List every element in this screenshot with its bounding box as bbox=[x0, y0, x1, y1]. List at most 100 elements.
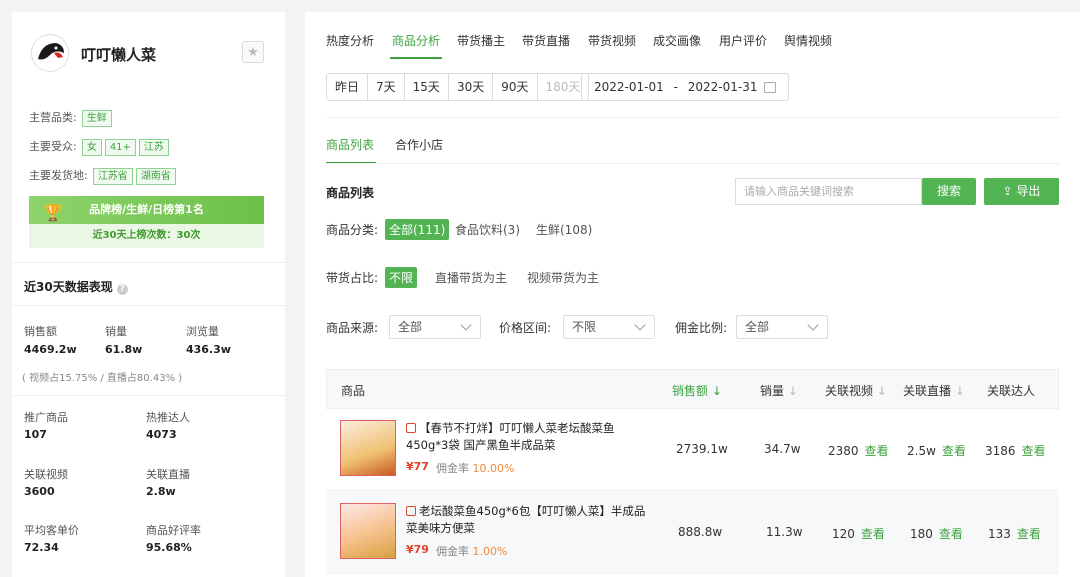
category-option-all[interactable]: 全部(111) bbox=[385, 219, 450, 240]
price-select[interactable]: 不限 bbox=[563, 315, 655, 339]
table-row[interactable]: 【春节不打烊】叮叮懒人菜老坛酸菜鱼450g*3袋 国产黑鱼半成品菜 ¥77 佣金… bbox=[326, 409, 1059, 491]
ship-from-row: 主要发货地: 江苏省 湖南省 bbox=[29, 164, 179, 185]
view-kols-link[interactable]: 查看 bbox=[1017, 527, 1041, 541]
product-price: ¥79 bbox=[406, 543, 429, 556]
tab-reviews[interactable]: 用户评价 bbox=[719, 32, 767, 49]
sort-icon: ↓ bbox=[787, 384, 798, 398]
range-90d[interactable]: 90天 bbox=[493, 74, 538, 100]
view-videos-link[interactable]: 查看 bbox=[861, 527, 885, 541]
tab-anchors[interactable]: 带货播主 bbox=[457, 32, 505, 49]
lives-cell: 2.5w 查看 bbox=[907, 442, 966, 459]
ratio-option-live[interactable]: 直播带货为主 bbox=[435, 269, 507, 286]
favorite-button[interactable]: ★ bbox=[242, 41, 264, 63]
col-lives[interactable]: 关联直播 ↓ bbox=[903, 382, 965, 399]
section-title: 商品列表 bbox=[326, 186, 375, 200]
date-picker[interactable]: 2022-01-01 - 2022-01-31 bbox=[581, 73, 789, 101]
commission-label: 佣金率 bbox=[436, 462, 469, 475]
source-select[interactable]: 全部 bbox=[389, 315, 481, 339]
stat-value: 436.3w bbox=[186, 343, 231, 356]
search-input[interactable]: 请输入商品关键词搜索 bbox=[735, 178, 922, 205]
tab-heat[interactable]: 热度分析 bbox=[326, 32, 374, 49]
range-30d[interactable]: 30天 bbox=[449, 74, 494, 100]
commission-value: 1.00% bbox=[472, 545, 508, 558]
ratio-option-any[interactable]: 不限 bbox=[385, 267, 418, 288]
source-filter-label: 商品来源: bbox=[326, 321, 379, 335]
stat-value: 61.8w bbox=[105, 343, 143, 356]
active-tab-underline bbox=[390, 57, 442, 59]
tab-portrait[interactable]: 成交画像 bbox=[653, 32, 701, 49]
chevron-down-icon bbox=[634, 319, 646, 331]
category-option-fresh[interactable]: 生鲜(108) bbox=[536, 221, 592, 238]
stat-label: 浏览量 bbox=[186, 325, 219, 338]
tab-product[interactable]: 商品分析 bbox=[392, 32, 440, 49]
commission: 佣金率 10.00% bbox=[436, 460, 514, 476]
tab-live[interactable]: 带货直播 bbox=[522, 32, 570, 49]
product-thumbnail[interactable] bbox=[340, 503, 396, 559]
ratio-option-video[interactable]: 视频带货为主 bbox=[527, 269, 599, 286]
audience-label: 主要受众: bbox=[29, 140, 77, 153]
kols-value: 133 bbox=[988, 527, 1011, 541]
divider bbox=[326, 117, 1059, 118]
range-15d[interactable]: 15天 bbox=[405, 74, 449, 100]
range-yesterday[interactable]: 昨日 bbox=[327, 74, 369, 100]
col-volume-label: 销量 bbox=[760, 384, 785, 398]
stat-label: 关联视频 bbox=[24, 468, 68, 481]
stat-label: 销售额 bbox=[24, 325, 57, 338]
stat-value: 4073 bbox=[146, 428, 177, 441]
videos-cell: 2380 查看 bbox=[828, 442, 889, 459]
videos-cell: 120 查看 bbox=[832, 525, 885, 542]
stat-value: 3600 bbox=[24, 485, 55, 498]
help-icon[interactable]: ? bbox=[116, 284, 128, 295]
rank-count: 近30天上榜次数：30次 bbox=[29, 224, 264, 248]
commission-select-value: 全部 bbox=[745, 320, 770, 334]
share-note: ( 视频占15.75% / 直播占80.43% ) bbox=[22, 373, 183, 384]
audience-tag: 女 bbox=[81, 139, 102, 156]
subtab-partner-stores[interactable]: 合作小店 bbox=[395, 136, 443, 153]
col-sales[interactable]: 销售额 ↓ bbox=[672, 382, 722, 399]
stat-label: 销量 bbox=[105, 325, 127, 338]
main-category-row: 主营品类: 生鲜 bbox=[29, 106, 115, 127]
product-name[interactable]: 【春节不打烊】叮叮懒人菜老坛酸菜鱼450g*3袋 国产黑鱼半成品菜 bbox=[406, 420, 656, 454]
main-category-label: 主营品类: bbox=[29, 111, 77, 124]
commission-filter-label: 佣金比例: bbox=[675, 321, 728, 335]
search-button[interactable]: 搜索 bbox=[922, 178, 976, 205]
audience-tag: 江苏 bbox=[138, 139, 169, 156]
stat-label: 热推达人 bbox=[146, 411, 190, 424]
view-lives-link[interactable]: 查看 bbox=[939, 527, 963, 541]
product-price: ¥77 bbox=[406, 460, 429, 473]
col-volume[interactable]: 销量 ↓ bbox=[760, 382, 798, 399]
category-filter-label: 商品分类: bbox=[326, 223, 379, 237]
product-thumbnail[interactable] bbox=[340, 420, 396, 476]
subtab-product-list[interactable]: 商品列表 bbox=[326, 136, 374, 153]
source-select-value: 全部 bbox=[398, 320, 423, 334]
product-name[interactable]: 老坛酸菜鱼450g*6包【叮叮懒人菜】半成品菜美味方便菜 bbox=[406, 503, 656, 537]
col-lives-label: 关联直播 bbox=[903, 384, 952, 398]
view-kols-link[interactable]: 查看 bbox=[1022, 444, 1046, 458]
table-row[interactable]: 老坛酸菜鱼450g*6包【叮叮懒人菜】半成品菜美味方便菜 ¥79 佣金率 1.0… bbox=[326, 492, 1059, 574]
commission: 佣金率 1.00% bbox=[436, 543, 507, 559]
range-7d[interactable]: 7天 bbox=[368, 74, 405, 100]
videos-value: 120 bbox=[832, 527, 855, 541]
videos-value: 2380 bbox=[828, 444, 859, 458]
col-videos[interactable]: 关联视频 ↓ bbox=[825, 382, 887, 399]
view-videos-link[interactable]: 查看 bbox=[865, 444, 889, 458]
export-button[interactable]: ⇪ 导出 bbox=[984, 178, 1059, 205]
shop-name: 叮叮懒人菜 bbox=[81, 46, 157, 64]
view-lives-link[interactable]: 查看 bbox=[942, 444, 966, 458]
kols-value: 3186 bbox=[985, 444, 1016, 458]
rank-badge[interactable]: 🏆 品牌榜/生鲜/日榜第1名 bbox=[29, 196, 264, 224]
tab-sentiment[interactable]: 舆情视频 bbox=[784, 32, 832, 49]
lives-cell: 180 查看 bbox=[910, 525, 963, 542]
kols-cell: 133 查看 bbox=[988, 525, 1041, 542]
audience-row: 主要受众: 女 41+ 江苏 bbox=[29, 135, 172, 156]
product-name-text: 老坛酸菜鱼450g*6包【叮叮懒人菜】半成品菜美味方便菜 bbox=[406, 504, 646, 535]
ship-from-label: 主要发货地: bbox=[29, 169, 88, 182]
sort-icon: ↓ bbox=[876, 384, 887, 398]
col-kols: 关联达人 bbox=[987, 384, 1036, 398]
export-label: 导出 bbox=[1016, 184, 1041, 198]
date-end: 2022-01-31 bbox=[687, 80, 758, 94]
category-option-food[interactable]: 食品饮料(3) bbox=[455, 221, 520, 238]
col-sales-label: 销售额 bbox=[672, 384, 709, 398]
commission-select[interactable]: 全部 bbox=[736, 315, 828, 339]
tab-video[interactable]: 带货视频 bbox=[588, 32, 636, 49]
